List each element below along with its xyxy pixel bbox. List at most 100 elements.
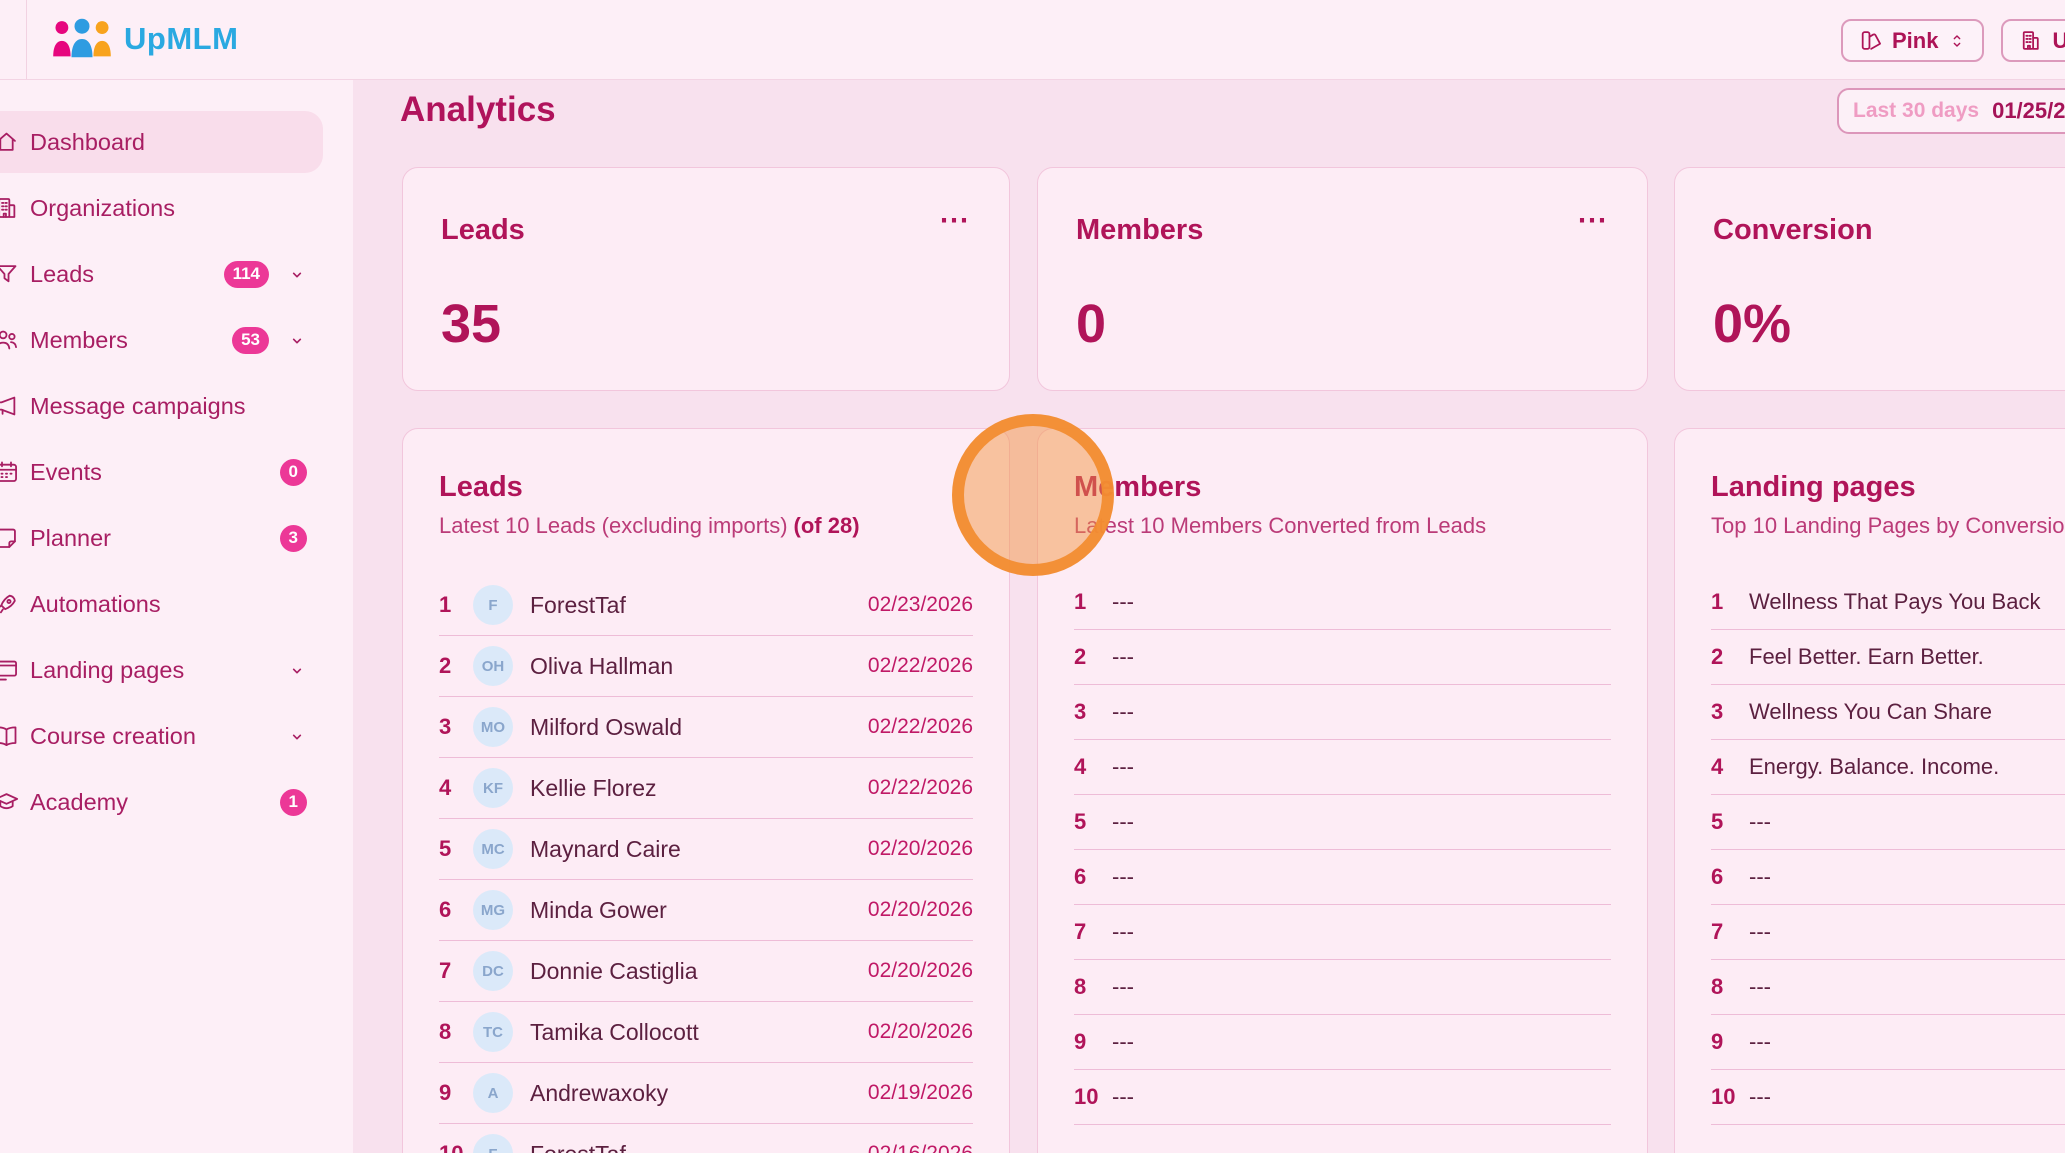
chevron-down-icon — [287, 264, 307, 284]
lead-date: 02/20/2026 — [868, 959, 973, 983]
stat-card-leads: Leads ⋯ 35 — [402, 167, 1010, 391]
lead-row[interactable]: 1 F ForestTaf 02/23/2026 — [439, 575, 973, 636]
rank-number: 5 — [1711, 809, 1745, 835]
lead-name: ForestTaf — [530, 1141, 626, 1153]
rank-number: 10 — [1074, 1084, 1108, 1110]
people-icon — [0, 327, 20, 354]
sidebar-item-leads[interactable]: Leads 114 — [0, 243, 353, 305]
rank-number: 3 — [1711, 699, 1745, 725]
date-start-value: 01/25/20 — [1992, 98, 2065, 124]
topbar-divider — [26, 0, 27, 79]
rank-number: 6 — [439, 897, 473, 923]
landing-page-row[interactable]: 1 Wellness That Pays You Back — [1711, 575, 2065, 630]
lead-date: 02/20/2026 — [868, 898, 973, 922]
member-row: 10 --- — [1074, 1070, 1611, 1125]
brand-name: UpMLM — [124, 21, 238, 57]
lead-date: 02/22/2026 — [868, 776, 973, 800]
landing-page-row: 8 --- — [1711, 960, 2065, 1015]
lead-row[interactable]: 8 TC Tamika Collocott 02/20/2026 — [439, 1002, 973, 1063]
member-row: 9 --- — [1074, 1015, 1611, 1070]
organization-button[interactable]: U — [2001, 19, 2065, 62]
rank-number: 1 — [1711, 589, 1745, 615]
landing-page-row[interactable]: 2 Feel Better. Earn Better. — [1711, 630, 2065, 685]
rank-number: 2 — [1074, 644, 1108, 670]
sidebar-item-course-creation[interactable]: Course creation — [0, 705, 353, 767]
landing-page-row[interactable]: 3 Wellness You Can Share — [1711, 685, 2065, 740]
lead-date: 02/22/2026 — [868, 715, 973, 739]
card-title: Members — [1076, 214, 1203, 247]
sidebar-item-landing-pages[interactable]: Landing pages — [0, 639, 353, 701]
sidebar-item-dashboard[interactable]: Dashboard — [0, 111, 323, 173]
sidebar-item-automations[interactable]: Automations — [0, 573, 353, 635]
sidebar-item-events[interactable]: Events 0 — [0, 441, 353, 503]
avatar: A — [473, 1073, 513, 1113]
member-row: 7 --- — [1074, 905, 1611, 960]
card-menu-button[interactable]: ⋯ — [939, 214, 971, 228]
card-title: Landing pages — [1711, 471, 2065, 504]
rank-number: 5 — [439, 836, 473, 862]
stat-card-members: Members ⋯ 0 — [1037, 167, 1648, 391]
member-name: --- — [1112, 864, 1134, 890]
home-icon — [0, 129, 20, 156]
rank-number: 8 — [439, 1019, 473, 1045]
card-subtitle: Top 10 Landing Pages by Conversions — [1711, 513, 2065, 539]
landing-page-row[interactable]: 4 Energy. Balance. Income. — [1711, 740, 2065, 795]
card-menu-button[interactable]: ⋯ — [1577, 214, 1609, 228]
lead-row[interactable]: 3 MO Milford Oswald 02/22/2026 — [439, 697, 973, 758]
lead-row[interactable]: 4 KF Kellie Florez 02/22/2026 — [439, 758, 973, 819]
member-row: 8 --- — [1074, 960, 1611, 1015]
rank-number: 8 — [1711, 974, 1745, 1000]
academy-count-badge: 1 — [280, 789, 307, 816]
building-icon — [2018, 28, 2043, 53]
rank-number: 2 — [1711, 644, 1745, 670]
lead-date: 02/20/2026 — [868, 1020, 973, 1044]
avatar: F — [473, 585, 513, 625]
sidebar-item-academy[interactable]: Academy 1 — [0, 771, 353, 833]
date-range-picker[interactable]: Last 30 days 01/25/20 — [1837, 88, 2065, 134]
theme-selector-button[interactable]: Pink — [1841, 19, 1984, 62]
lead-date: 02/22/2026 — [868, 654, 973, 678]
avatar: DC — [473, 951, 513, 991]
lead-row[interactable]: 9 A Andrewaxoky 02/19/2026 — [439, 1063, 973, 1124]
member-name: --- — [1112, 644, 1134, 670]
rank-number: 10 — [1711, 1084, 1745, 1110]
card-title: Members — [1074, 471, 1611, 504]
card-subtitle: Latest 10 Leads (excluding imports)(of 2… — [439, 513, 973, 539]
graduation-cap-icon — [0, 789, 20, 816]
lead-date: 02/23/2026 — [868, 593, 973, 617]
members-list-card: Members Latest 10 Members Converted from… — [1037, 428, 1648, 1153]
sidebar-item-message-campaigns[interactable]: Message campaigns — [0, 375, 353, 437]
rank-number: 6 — [1074, 864, 1108, 890]
sidebar-item-planner[interactable]: Planner 3 — [0, 507, 353, 569]
landing-page-name: --- — [1749, 864, 1771, 890]
topbar-actions: Pink U — [1841, 19, 2065, 62]
rank-number: 2 — [439, 653, 473, 679]
lead-row[interactable]: 5 MC Maynard Caire 02/20/2026 — [439, 819, 973, 880]
lead-name: Minda Gower — [530, 897, 667, 924]
landing-page-name: --- — [1749, 1029, 1771, 1055]
lead-row[interactable]: 7 DC Donnie Castiglia 02/20/2026 — [439, 941, 973, 1002]
rank-number: 3 — [1074, 699, 1108, 725]
lead-row[interactable]: 6 MG Minda Gower 02/20/2026 — [439, 880, 973, 941]
sidebar-item-members[interactable]: Members 53 — [0, 309, 353, 371]
page-title: Analytics — [400, 90, 556, 130]
theme-label: Pink — [1892, 28, 1938, 54]
landing-page-row: 7 --- — [1711, 905, 2065, 960]
lead-row[interactable]: 2 OH Oliva Hallman 02/22/2026 — [439, 636, 973, 697]
landing-page-row: 10 --- — [1711, 1070, 2065, 1125]
member-name: --- — [1112, 1029, 1134, 1055]
lead-name: Milford Oswald — [530, 714, 682, 741]
lead-name: ForestTaf — [530, 592, 626, 619]
rank-number: 1 — [439, 592, 473, 618]
avatar: OH — [473, 646, 513, 686]
card-subtitle: Latest 10 Members Converted from Leads — [1074, 513, 1611, 539]
chevron-down-icon — [287, 660, 307, 680]
lead-date: 02/19/2026 — [868, 1081, 973, 1105]
rank-number: 4 — [1711, 754, 1745, 780]
rank-number: 7 — [1074, 919, 1108, 945]
sidebar-item-organizations[interactable]: Organizations — [0, 177, 353, 239]
lead-row[interactable]: 10 F ForestTaf 02/16/2026 — [439, 1124, 973, 1153]
topbar: UpMLM Pink U — [0, 0, 2065, 80]
landing-page-name: --- — [1749, 809, 1771, 835]
rank-number: 1 — [1074, 589, 1108, 615]
